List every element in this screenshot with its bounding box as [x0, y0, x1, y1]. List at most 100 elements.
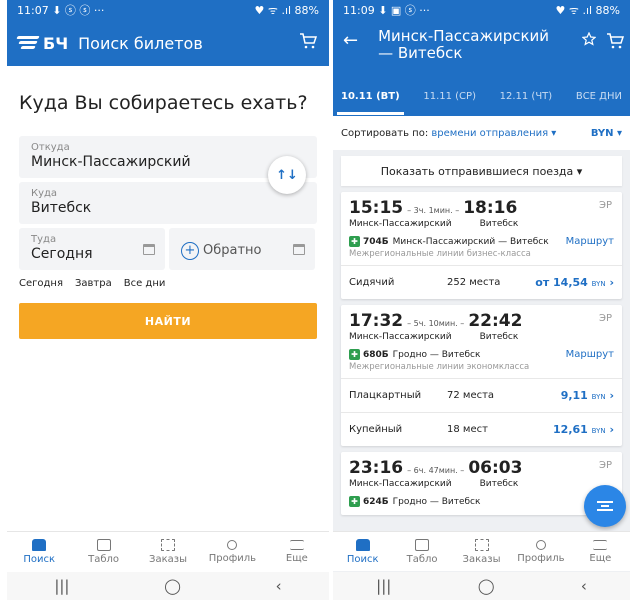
sort-control[interactable]: Сортировать по: времени отправления ▾ — [341, 128, 556, 139]
from-station: Минск-Пассажирский — [349, 479, 452, 489]
from-label: Откуда — [31, 142, 70, 153]
recents-button[interactable]: ||| — [54, 577, 69, 595]
status-icons-right: ♥ ᯤ .ıl 88% — [555, 3, 620, 17]
to-station: Витебск — [479, 332, 519, 342]
tab-today[interactable]: 10.11 (ВТ) — [337, 91, 404, 115]
cart-icon[interactable] — [299, 32, 317, 50]
date-value: Сегодня — [31, 246, 93, 262]
nav-board[interactable]: Табло — [71, 532, 135, 571]
nav-profile[interactable]: Профиль — [200, 532, 264, 571]
chevron-right-icon: › — [609, 389, 614, 402]
train-card-header: 15:15 – 3ч. 1мин. – 18:16 ЭР Минск-Пасса… — [341, 192, 622, 265]
stations: Минск-Пассажирский Витебск — [349, 332, 614, 342]
back-button[interactable]: ‹ — [581, 577, 587, 595]
ticket-icon — [474, 538, 489, 551]
departure-time: 17:32 — [349, 311, 404, 331]
seat-count: 72 места — [447, 390, 495, 401]
home-button[interactable]: ◯ — [164, 577, 181, 595]
train-card[interactable]: 17:32 – 5ч. 10мин. – 22:42 ЭР Минск-Пасс… — [341, 305, 622, 446]
train-number: 704Б — [363, 236, 389, 247]
price-value: 12,61 — [553, 423, 588, 436]
to-field[interactable]: Куда Витебск — [19, 182, 317, 224]
date-tabs: 10.11 (ВТ) 11.11 (СР) 12.11 (ЧТ) ВСЕ ДНИ — [333, 76, 630, 116]
home-button[interactable]: ◯ — [478, 577, 495, 595]
train-type-icon: ✚ — [349, 349, 360, 360]
from-station: Минск-Пассажирский — [349, 332, 452, 342]
filter-icon[interactable] — [584, 485, 626, 527]
tab-day-after[interactable]: 12.11 (ЧТ) — [500, 91, 553, 102]
system-nav-bar: ||| ◯ ‹ — [333, 572, 630, 600]
price-currency: BYN — [591, 393, 606, 401]
back-button[interactable]: ‹ — [276, 577, 282, 595]
results-screen: 11:09 ⬇ ▣ ⓢ ··· ♥ ᯤ .ıl 88% ← Минск-Пасс… — [333, 0, 630, 600]
quick-today[interactable]: Сегодня — [19, 278, 63, 289]
train-route: Минск-Пассажирский — Витебск — [392, 236, 549, 247]
nav-search[interactable]: Поиск — [333, 532, 392, 571]
travel-duration: – 5ч. 10мин. – — [407, 319, 465, 328]
to-station: Витебск — [479, 219, 519, 229]
route-link[interactable]: Маршрут — [566, 349, 614, 360]
seat-class-row[interactable]: Купейный 18 мест 12,61 BYN › — [341, 412, 622, 446]
train-number: 680Б — [363, 349, 389, 360]
line-type: Межрегиональные линии бизнес-класса — [349, 249, 531, 259]
route-link[interactable]: Маршрут — [566, 236, 614, 247]
tab-next-day[interactable]: 11.11 (СР) — [423, 91, 476, 102]
date-label: Туда — [31, 234, 57, 245]
nav-more[interactable]: Еще — [265, 532, 329, 571]
train-tag: ЭР — [598, 313, 612, 324]
nav-label: Профиль — [517, 552, 565, 564]
tab-all-days[interactable]: ВСЕ ДНИ — [576, 91, 622, 102]
train-times: 17:32 – 5ч. 10мин. – 22:42 — [349, 311, 614, 331]
stations: Минск-Пассажирский Витебск — [349, 219, 614, 229]
status-time: 11:07 — [17, 4, 49, 17]
quick-all-days[interactable]: Все дни — [124, 278, 166, 289]
nav-orders[interactable]: Заказы — [136, 532, 200, 571]
swap-icon[interactable]: ↑↓ — [268, 156, 306, 194]
find-button[interactable]: НАЙТИ — [19, 303, 317, 339]
nav-label: Заказы — [462, 553, 501, 565]
seat-class-row[interactable]: Плацкартный 72 места 9,11 BYN › — [341, 378, 622, 412]
nav-board[interactable]: Табло — [392, 532, 451, 571]
back-arrow-icon[interactable]: ← — [343, 30, 358, 51]
seat-class: Сидячий — [349, 277, 395, 288]
bch-logo: БЧ — [16, 34, 68, 53]
user-icon — [535, 539, 546, 550]
show-departed-button[interactable]: Показать отправившиеся поезда ▾ — [341, 156, 622, 186]
status-left: 11:07 ⬇ ⓢ ⓢ ··· — [17, 2, 104, 18]
return-field[interactable]: + Обратно — [169, 228, 315, 270]
system-nav-bar: ||| ◯ ‹ — [7, 572, 329, 600]
chevron-right-icon: › — [609, 423, 614, 436]
train-type-icon: ✚ — [349, 496, 360, 507]
menu-icon — [593, 539, 608, 550]
nav-profile[interactable]: Профиль — [511, 532, 570, 571]
currency-select[interactable]: BYN ▾ — [591, 128, 622, 139]
chevron-right-icon: › — [609, 276, 614, 289]
nav-orders[interactable]: Заказы — [452, 532, 511, 571]
sort-value: времени отправления ▾ — [431, 127, 557, 139]
train-card[interactable]: 23:16 – 6ч. 47мин. – 06:03 ЭР Минск-Пасс… — [341, 452, 622, 515]
date-field[interactable]: Туда Сегодня — [19, 228, 165, 270]
seat-class-row[interactable]: Сидячий 252 места от 14,54 BYN › — [341, 265, 622, 299]
departure-time: 15:15 — [349, 198, 404, 218]
from-value: Минск-Пассажирский — [31, 154, 191, 170]
train-times: 15:15 – 3ч. 1мин. – 18:16 — [349, 198, 614, 218]
cart-icon[interactable] — [606, 32, 624, 50]
status-icons-left: ⬇ ▣ ⓢ ··· — [378, 4, 430, 17]
menu-icon — [289, 539, 304, 550]
nav-label: Поиск — [23, 553, 56, 565]
nav-more[interactable]: Еще — [571, 532, 630, 571]
train-type-icon: ✚ — [349, 236, 360, 247]
quick-tomorrow[interactable]: Завтра — [75, 278, 112, 289]
arrival-time: 06:03 — [468, 458, 523, 478]
nav-label: Заказы — [149, 553, 187, 565]
train-times: 23:16 – 6ч. 47мин. – 06:03 — [349, 458, 614, 478]
seat-class: Купейный — [349, 424, 403, 435]
star-icon[interactable] — [582, 32, 596, 46]
recents-button[interactable]: ||| — [376, 577, 391, 595]
return-label: Обратно — [203, 243, 262, 258]
train-tag: ЭР — [598, 460, 612, 471]
nav-label: Профиль — [208, 552, 257, 564]
train-card[interactable]: 15:15 – 3ч. 1мин. – 18:16 ЭР Минск-Пасса… — [341, 192, 622, 299]
seat-price: от 14,54 BYN › — [535, 276, 614, 289]
nav-search[interactable]: Поиск — [7, 532, 71, 571]
